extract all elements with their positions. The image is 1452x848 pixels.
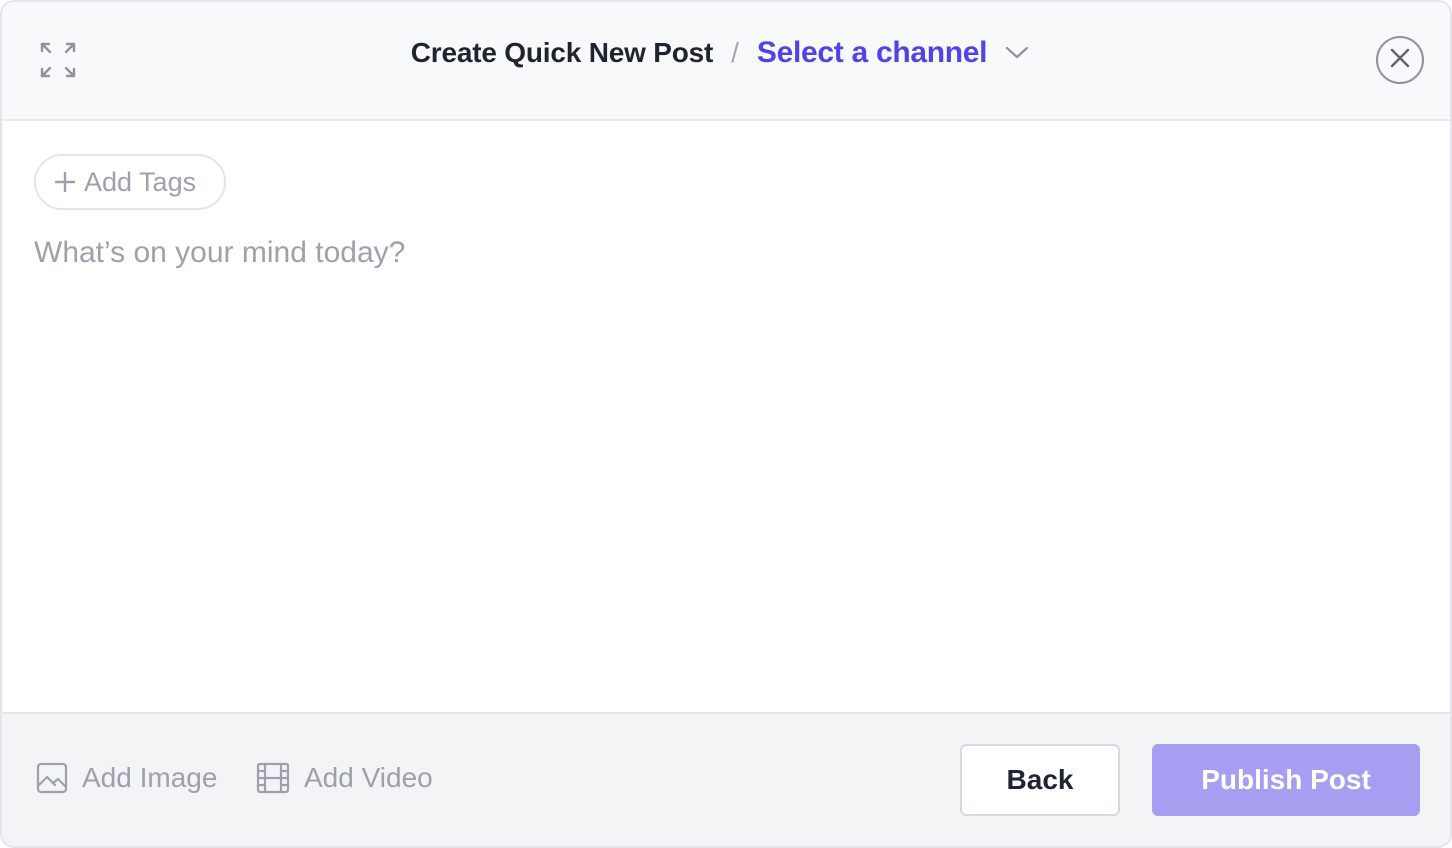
plus-icon: [54, 171, 76, 193]
add-tags-label: Add Tags: [84, 166, 197, 197]
modal-footer: Add Image Add Video Back Publish Post: [2, 712, 1450, 846]
chevron-down-icon: [1005, 46, 1029, 60]
add-video-label: Add Video: [304, 762, 433, 793]
page-title: Create Quick New Post: [410, 37, 714, 68]
breadcrumb-separator: /: [731, 37, 739, 68]
breadcrumb: Create Quick New Post / Select a channel: [2, 36, 1450, 70]
add-image-label: Add Image: [82, 762, 218, 793]
close-button[interactable]: [1376, 36, 1424, 84]
add-image-button[interactable]: Add Image: [36, 762, 217, 794]
create-post-modal: Create Quick New Post / Select a channel: [0, 0, 1452, 848]
add-video-button[interactable]: Add Video: [256, 762, 433, 794]
modal-header: Create Quick New Post / Select a channel: [2, 2, 1450, 121]
publish-post-button[interactable]: Publish Post: [1152, 744, 1420, 816]
close-icon: [1390, 48, 1410, 73]
back-button[interactable]: Back: [960, 744, 1120, 816]
channel-select[interactable]: Select a channel: [757, 36, 1029, 70]
post-content-input[interactable]: [34, 236, 1414, 686]
image-icon: [36, 762, 68, 794]
add-tags-button[interactable]: Add Tags: [34, 154, 226, 210]
channel-select-label: Select a channel: [756, 36, 988, 69]
video-icon: [256, 762, 290, 794]
